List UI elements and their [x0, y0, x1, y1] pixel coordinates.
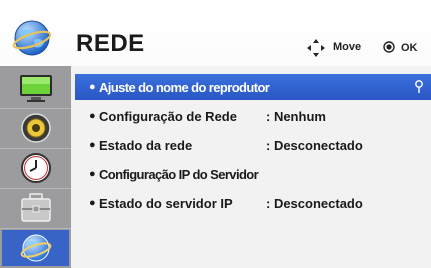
- sidebar-item-audio[interactable]: [2, 110, 69, 146]
- move-hint: Move: [333, 41, 362, 53]
- menu-item-value: : Desconectado: [266, 137, 363, 153]
- ok-button-icon: [383, 41, 395, 53]
- menu-item-server-ip-config[interactable]: ● Configuração IP do Servidor: [75, 161, 431, 187]
- page-title: REDE: [76, 30, 145, 57]
- sidebar-item-network[interactable]: [2, 230, 69, 266]
- ok-hint: OK: [401, 42, 418, 54]
- bullet-icon: ●: [89, 139, 96, 151]
- clock-icon: [20, 153, 51, 183]
- menu-item-label: Ajuste do nome do reprodutor: [99, 79, 270, 95]
- sidebar-item-time[interactable]: [2, 150, 69, 186]
- sidebar-item-picture[interactable]: [2, 70, 69, 106]
- menu-item-value: : Nenhum: [266, 108, 326, 124]
- menu-item-server-ip-status[interactable]: ● Estado do servidor IP : Desconectado: [75, 190, 431, 216]
- menu-item-network-config[interactable]: ● Configuração de Rede : Nenhum: [75, 103, 431, 129]
- menu-item-player-name[interactable]: ● Ajuste do nome do reprodutor: [75, 74, 431, 100]
- category-sidebar: [0, 66, 71, 268]
- speaker-icon: [20, 113, 51, 143]
- bullet-icon: ●: [89, 197, 96, 209]
- menu-item-label: Estado do servidor IP: [99, 195, 233, 211]
- sidebar-item-options[interactable]: [2, 190, 69, 226]
- settings-screen: REDE Move OK ● Ajuste do nome do reprodu…: [0, 0, 431, 268]
- dpad-icon: [307, 39, 325, 57]
- bullet-icon: ●: [89, 81, 96, 93]
- bullet-icon: ●: [89, 168, 96, 180]
- toolbox-icon: [20, 193, 51, 222]
- globe-icon: [20, 234, 51, 262]
- menu-item-value: : Desconectado: [266, 195, 363, 211]
- menu-item-label: Configuração IP do Servidor: [99, 166, 259, 182]
- menu-item-label: Estado da rede: [99, 137, 193, 153]
- menu-item-label: Configuração de Rede: [99, 108, 237, 124]
- selection-marker-icon: [415, 80, 423, 93]
- globe-icon: [12, 20, 52, 56]
- bullet-icon: ●: [89, 110, 96, 122]
- menu-header: REDE Move OK: [0, 0, 431, 66]
- settings-list: ● Ajuste do nome do reprodutor ● Configu…: [71, 66, 431, 268]
- monitor-icon: [19, 75, 52, 102]
- menu-item-network-status[interactable]: ● Estado da rede : Desconectado: [75, 132, 431, 158]
